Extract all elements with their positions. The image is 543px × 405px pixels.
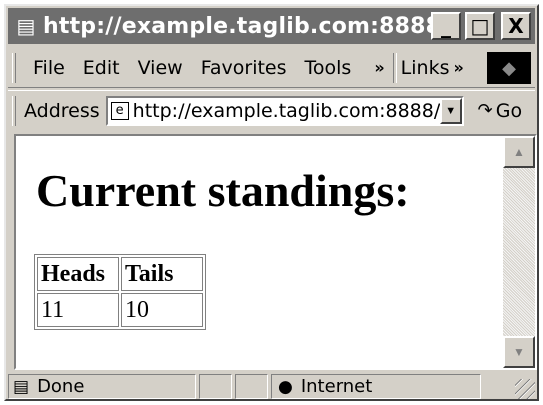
status-panel-2 <box>235 374 268 399</box>
scroll-down-icon[interactable]: ▼ <box>503 336 535 368</box>
address-input[interactable]: e http://example.taglib.com:8888/e ▼ <box>105 95 464 126</box>
menu-view[interactable]: View <box>129 57 192 79</box>
page-content: Current standings: Heads Tails 11 10 <box>16 136 503 368</box>
go-label: Go <box>495 99 523 122</box>
close-button[interactable]: X <box>501 12 531 40</box>
content-frame: Current standings: Heads Tails 11 10 ▲ ▼ <box>14 134 537 370</box>
column-header-heads: Heads <box>37 257 119 291</box>
status-main: ▤ Done <box>8 374 196 399</box>
browser-window: ▤ http://example.taglib.com:8888/exa... … <box>4 4 539 401</box>
page-heading: Current standings: <box>36 165 410 216</box>
minimize-button[interactable]: _ <box>431 12 461 40</box>
title-bar[interactable]: ▤ http://example.taglib.com:8888/exa... … <box>8 8 535 44</box>
menu-overflow-button[interactable]: » <box>374 58 384 77</box>
address-label: Address <box>24 99 100 122</box>
window-title: http://example.taglib.com:8888/exa... <box>43 13 438 39</box>
ie-page-icon: ▤ <box>13 376 30 397</box>
maximize-button[interactable]: □ <box>465 12 495 40</box>
menu-favorites[interactable]: Favorites <box>192 57 296 79</box>
links-button[interactable]: Links <box>401 57 450 79</box>
scroll-up-icon[interactable]: ▲ <box>503 136 535 168</box>
window-controls: _ □ X <box>431 12 531 40</box>
links-overflow-button[interactable]: » <box>453 58 463 77</box>
menu-file[interactable]: File <box>24 57 74 79</box>
ie-page-icon: e <box>110 101 129 120</box>
go-arrow-icon: ↷ <box>477 100 493 121</box>
cell-tails: 10 <box>121 293 203 327</box>
address-value[interactable]: http://example.taglib.com:8888/e <box>133 100 443 122</box>
status-text: Done <box>37 376 85 397</box>
vertical-scrollbar[interactable]: ▲ ▼ <box>503 136 535 368</box>
go-button[interactable]: ↷ Go <box>478 100 522 122</box>
status-bar: ▤ Done ● Internet <box>8 374 535 399</box>
zone-text: Internet <box>300 376 373 397</box>
column-header-tails: Tails <box>121 257 203 291</box>
globe-icon: ● <box>278 376 293 397</box>
menu-tools[interactable]: Tools <box>296 57 361 79</box>
standings-table: Heads Tails 11 10 <box>34 254 206 330</box>
menu-edit[interactable]: Edit <box>74 57 129 79</box>
security-zone: ● Internet <box>271 374 481 399</box>
address-bar: Address e http://example.taglib.com:8888… <box>8 90 535 130</box>
table-row: 11 10 <box>37 293 203 327</box>
menu-bar: File Edit View Favorites Tools » Links »… <box>8 48 535 88</box>
cell-heads: 11 <box>37 293 119 327</box>
links-separator <box>392 52 397 83</box>
address-dropdown-button[interactable]: ▼ <box>439 97 462 124</box>
windows-logo-icon: ◆ <box>487 52 531 84</box>
toolbar-grip[interactable] <box>12 52 16 83</box>
status-panel-1 <box>199 374 232 399</box>
address-grip[interactable] <box>12 95 16 126</box>
table-header-row: Heads Tails <box>37 257 203 291</box>
resize-grip-icon[interactable] <box>515 379 535 399</box>
ie-page-icon: ▤ <box>16 15 36 38</box>
